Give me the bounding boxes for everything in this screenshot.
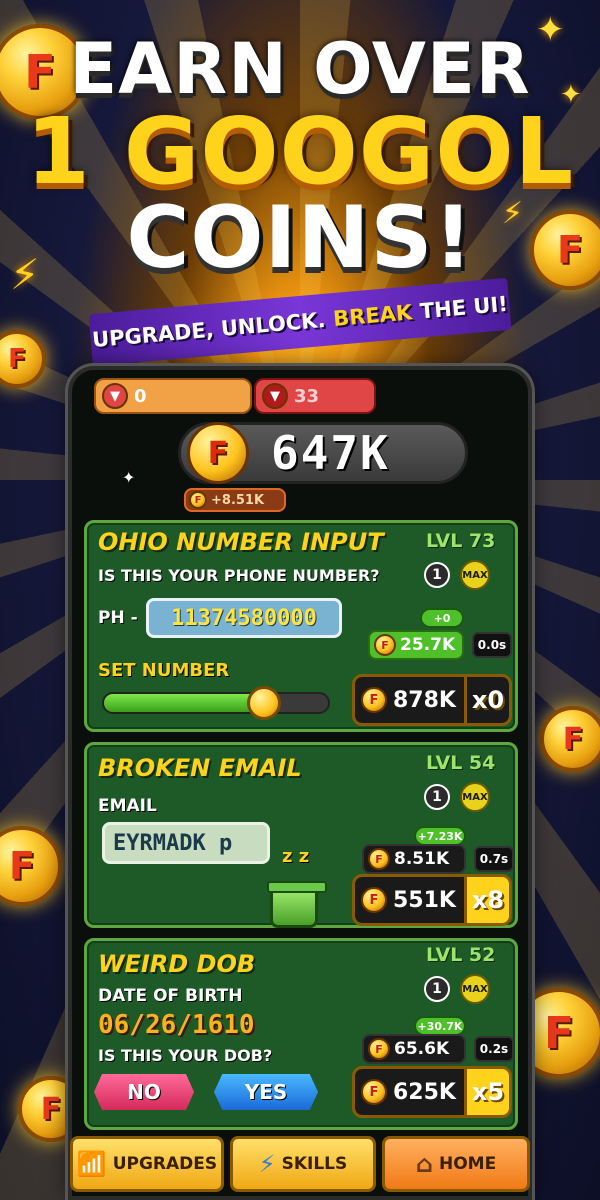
buy-cost-value: 878K bbox=[393, 687, 456, 713]
gain-tag: +7.23K bbox=[414, 826, 466, 846]
f-coin-icon: F bbox=[374, 634, 396, 656]
gain-tag: +30.7K bbox=[414, 1016, 466, 1036]
balance-value: 647K bbox=[271, 426, 390, 480]
f-coin-icon: F bbox=[189, 491, 207, 509]
floating-coin-icon: F bbox=[0, 826, 62, 906]
f-coin-icon: F bbox=[368, 1038, 390, 1060]
phone-number-input[interactable]: 11374580000 bbox=[146, 598, 342, 638]
yes-button[interactable]: YES bbox=[214, 1074, 318, 1110]
card-level: LVL 52 bbox=[426, 944, 496, 966]
tagline-banner: UPGRADE, UNLOCK. BREAK THE UI! bbox=[88, 277, 512, 367]
rate-cost-value: 25.7K bbox=[400, 635, 456, 655]
rate-cost-value: 8.51K bbox=[394, 849, 450, 869]
count-button[interactable]: 1 bbox=[424, 784, 450, 810]
nav-upgrades[interactable]: 📶 UPGRADES bbox=[70, 1136, 224, 1192]
trash-can-icon[interactable] bbox=[267, 881, 327, 928]
cycle-time: 0.0s bbox=[472, 632, 512, 658]
headline-line-3: COINS! bbox=[126, 188, 474, 288]
tagline-highlight: BREAK bbox=[332, 300, 414, 332]
f-coin-icon: F bbox=[361, 1079, 387, 1105]
rate-cost-bar: F 8.51K bbox=[362, 844, 466, 874]
chart-up-icon: 📶 bbox=[76, 1150, 107, 1178]
tagline-part-1: UPGRADE, UNLOCK. bbox=[91, 307, 327, 353]
orange-counter-value: 0 bbox=[134, 385, 147, 407]
red-counter-value: 33 bbox=[294, 385, 320, 407]
card-level: LVL 73 bbox=[426, 530, 496, 552]
gain-tag: +0 bbox=[420, 608, 464, 628]
multiplier: x5 bbox=[471, 1078, 505, 1106]
card-title: OHIO NUMBER INPUT bbox=[98, 528, 384, 556]
red-token-icon: ▼ bbox=[262, 383, 288, 409]
no-button[interactable]: NO bbox=[94, 1074, 194, 1110]
phone-prefix: PH - bbox=[98, 608, 138, 628]
coin-balance: F 647K bbox=[178, 422, 468, 484]
multiplier: x8 bbox=[471, 886, 505, 914]
nav-skills-label: SKILLS bbox=[281, 1154, 348, 1174]
max-button[interactable]: MAX bbox=[460, 782, 490, 812]
field-label: EMAIL bbox=[98, 796, 157, 816]
buy-button[interactable]: F 551K x8 bbox=[352, 874, 512, 926]
slider-fill bbox=[104, 694, 264, 712]
card-level: LVL 54 bbox=[426, 752, 496, 774]
income-rate: F +8.51K bbox=[184, 488, 286, 512]
income-rate-value: +8.51K bbox=[211, 492, 265, 508]
cycle-time: 0.2s bbox=[474, 1036, 514, 1062]
orange-counter: ▼ 0 bbox=[94, 378, 252, 414]
nav-upgrades-label: UPGRADES bbox=[112, 1154, 218, 1174]
card-title: WEIRD DOB bbox=[98, 950, 256, 978]
nav-skills[interactable]: ⚡ SKILLS bbox=[230, 1136, 376, 1192]
cycle-time: 0.7s bbox=[474, 846, 514, 872]
lightning-icon: ⚡ bbox=[258, 1150, 276, 1178]
house-icon: ⌂ bbox=[415, 1150, 433, 1178]
floating-coin-icon: F bbox=[540, 706, 600, 772]
red-counter: ▼ 33 bbox=[254, 378, 376, 414]
buy-cost-value: 625K bbox=[393, 1079, 456, 1105]
count-button[interactable]: 1 bbox=[424, 976, 450, 1002]
f-coin-icon: F bbox=[361, 887, 387, 913]
slider-thumb[interactable] bbox=[246, 686, 281, 720]
number-slider[interactable] bbox=[102, 692, 330, 714]
card-question: IS THIS YOUR PHONE NUMBER? bbox=[98, 566, 380, 585]
nav-home[interactable]: ⌂ HOME bbox=[382, 1136, 530, 1192]
tagline-part-3: THE UI! bbox=[418, 291, 509, 324]
floating-coin-icon: F bbox=[0, 330, 46, 388]
card-question: IS THIS YOUR DOB? bbox=[98, 1046, 273, 1065]
buy-cost: F 625K bbox=[355, 1069, 467, 1115]
rate-cost-value: 65.6K bbox=[394, 1039, 450, 1059]
multiplier: x0 bbox=[466, 677, 509, 723]
rate-cost-bar: F 25.7K bbox=[368, 630, 464, 660]
f-coin-icon: F bbox=[361, 687, 387, 713]
slider-label: SET NUMBER bbox=[98, 660, 230, 681]
dob-value: 06/26/1610 bbox=[98, 1010, 255, 1040]
buy-cost-value: 551K bbox=[393, 887, 456, 913]
buy-cost: F 551K bbox=[355, 877, 467, 923]
field-label: DATE OF BIRTH bbox=[98, 986, 243, 1006]
f-coin-icon: F bbox=[187, 422, 249, 484]
buy-cost: F 878K bbox=[355, 677, 467, 723]
f-coin-icon: F bbox=[368, 848, 390, 870]
card-title: BROKEN EMAIL bbox=[98, 754, 302, 782]
nav-home-label: HOME bbox=[438, 1154, 497, 1174]
buy-button[interactable]: F 878K x0 bbox=[352, 674, 512, 726]
buy-button[interactable]: F 625K x5 bbox=[352, 1066, 512, 1118]
red-token-icon: ▼ bbox=[102, 383, 128, 409]
sleeping-icon: z z bbox=[282, 846, 310, 867]
count-button[interactable]: 1 bbox=[424, 562, 450, 588]
sparkle-icon: ✦ bbox=[122, 468, 136, 487]
max-button[interactable]: MAX bbox=[460, 974, 490, 1004]
email-input[interactable]: EYRMADK p bbox=[102, 822, 270, 864]
rate-cost-bar: F 65.6K bbox=[362, 1034, 466, 1064]
max-button[interactable]: MAX bbox=[460, 560, 490, 590]
